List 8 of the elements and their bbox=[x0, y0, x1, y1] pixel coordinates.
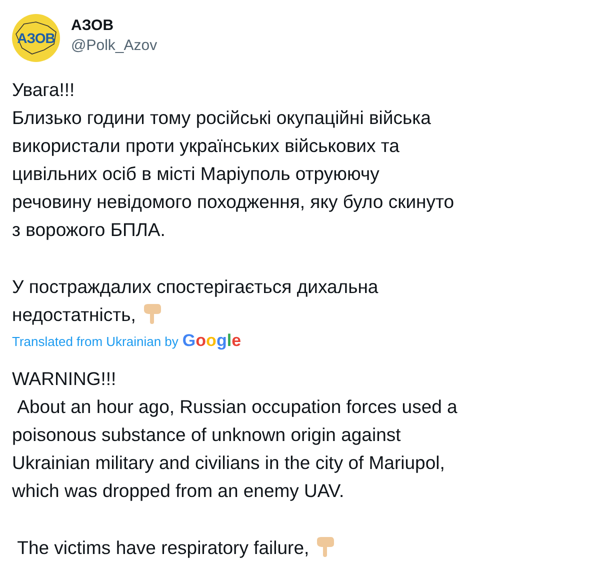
translated-paragraph: WARNING!!! About an hour ago, Russian occupation forces used a poisonous substance of unknown origin against Ukrainian military and civilians in the city of Mariupol, which was dropped from an enemy UAV. bbox=[12, 367, 458, 503]
tweet-paragraph: Увага!!! Близько години тому російські окупаційні війська використали проти українських військових та цивільних осіб в місті Маріуполь отруюючу речовину невідомого походження, яку було скинуто з ворожого БПЛА. bbox=[12, 78, 456, 242]
avatar-logo[interactable]: АЗОВ bbox=[12, 14, 60, 62]
author-name[interactable]: АЗОВ bbox=[71, 16, 158, 34]
author-handle[interactable]: @Polk_Azov bbox=[71, 36, 158, 54]
translated-paragraph: The victims have respiratory failure, bbox=[12, 534, 581, 562]
google-logo: Google bbox=[182, 331, 242, 351]
tweet-paragraph: У постраждалих спостерігається дихальна недостатність, bbox=[12, 275, 380, 327]
